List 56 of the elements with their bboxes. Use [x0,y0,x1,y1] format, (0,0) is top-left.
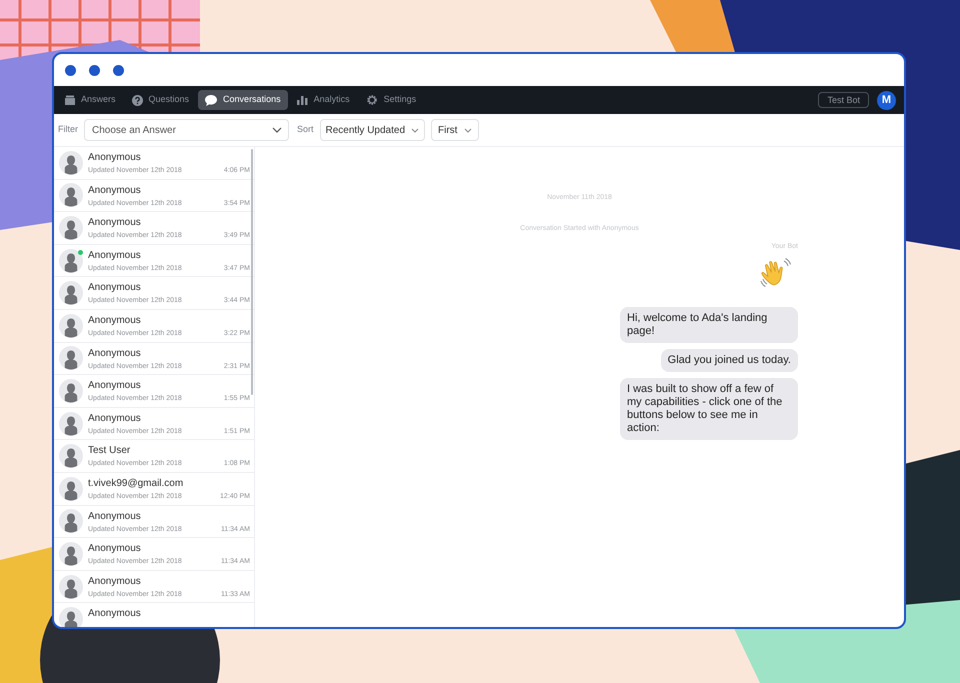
user-silhouette-icon [59,216,83,240]
contact-name: Anonymous [88,608,142,620]
user-silhouette-icon [59,346,83,370]
box-icon [65,95,75,105]
answer-select[interactable]: Choose an Answer [84,119,289,141]
contact-name: Anonymous [88,510,142,523]
user-silhouette-icon [59,607,83,627]
speech-bubble-icon [205,94,218,106]
test-bot-button[interactable]: Test Bot [818,92,869,108]
chevron-down-icon [411,128,420,132]
nav-tab[interactable]: Answers [58,90,123,110]
contact-name: Anonymous [88,412,142,425]
order-select[interactable]: First [431,119,480,141]
user-silhouette-icon [59,542,83,566]
contact-name: Anonymous [88,314,142,327]
contact-name: Anonymous [88,576,142,588]
bar-chart-icon [296,95,308,105]
contact-name: Anonymous [88,348,142,360]
sort-label: Sort [297,123,314,136]
question-icon [132,94,143,106]
contact-name: Anonymous [88,184,142,197]
contact-name: Anonymous [88,250,142,262]
user-silhouette-icon [59,378,83,403]
nav-tab[interactable]: Questions [124,90,196,110]
user-silhouette-icon [59,314,83,338]
contact-name: Anonymous [88,152,142,164]
user-silhouette-icon [59,509,83,534]
settings-icon [366,94,378,106]
contact-name: Test User [88,445,132,458]
chat-bubble: Hi, welcome to Ada's landing page! [620,306,798,342]
contact-name: Anonymous [88,217,142,230]
user-silhouette-icon [59,412,83,436]
user-silhouette-icon [59,281,83,306]
user-silhouette-icon [59,150,83,175]
chevron-down-icon [464,128,472,132]
chat-bubble: I was built to show off a few of my capabilities - click one of the buttons below to see me in action: [620,378,798,440]
filter-label: Filter [58,123,78,136]
user-avatar[interactable]: M [877,90,896,110]
scrollbar-thumb[interactable] [251,149,253,395]
user-silhouette-icon [59,476,83,501]
chevron-down-icon [272,127,282,133]
user-silhouette-icon [59,444,83,468]
user-silhouette-icon [59,574,83,599]
user-silhouette-icon [59,183,83,208]
contact-name: t.vivek99@gmail.com [88,478,184,490]
contact-name: Anonymous [88,543,142,556]
nav-tab[interactable]: Conversations [198,90,288,110]
conversation-item[interactable]: Anonymous [54,603,254,627]
waving-hand-icon [760,256,792,288]
contact-name: Anonymous [88,380,142,392]
chat-bubble: Glad you joined us today. [660,348,798,372]
sort-select[interactable]: Recently Updated [320,119,426,141]
contact-name: Anonymous [88,282,142,294]
nav-tab[interactable]: Settings [358,90,424,110]
nav-tab[interactable]: Analytics [290,90,357,110]
user-silhouette-icon [59,248,83,273]
